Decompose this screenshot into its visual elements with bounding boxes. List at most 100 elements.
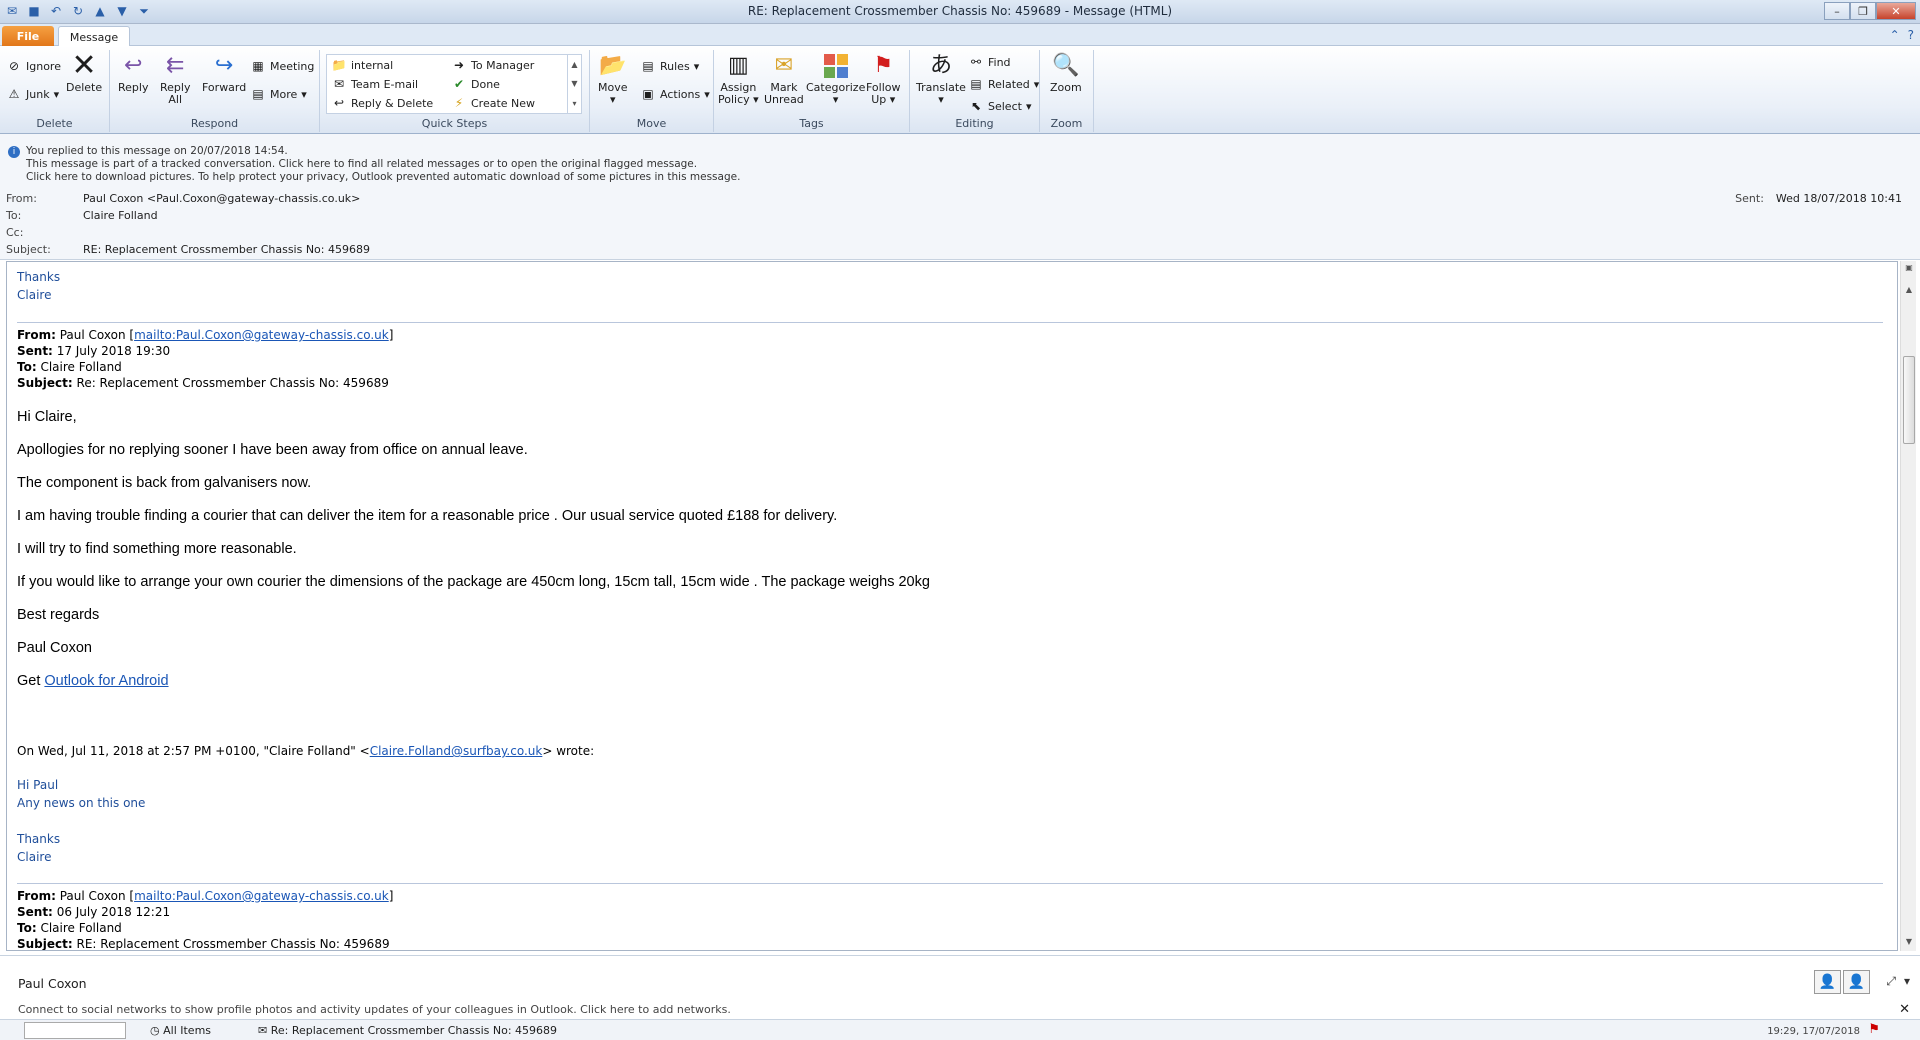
translate-icon: あ bbox=[929, 53, 952, 78]
move-folder-icon: 📂 bbox=[599, 53, 627, 78]
scroll-split-icon[interactable]: ▣ bbox=[1903, 263, 1915, 275]
tab-file[interactable]: File bbox=[2, 26, 54, 46]
quoted-header-2: From: Paul Coxon [mailto:Paul.Coxon@gate… bbox=[17, 889, 394, 951]
move-group: 📂 Move ▾ ▤ Rules ▾ ▣ Actions ▾ Move bbox=[590, 50, 714, 132]
chevron-down-icon[interactable]: ▾ bbox=[1904, 974, 1910, 989]
reply-all-button[interactable]: ⇇ Reply All bbox=[160, 52, 190, 106]
quickstep-create-new[interactable]: ⚡ Create New bbox=[451, 95, 535, 111]
ignore-button[interactable]: ⊘ Ignore bbox=[6, 58, 61, 74]
actions-button[interactable]: ▣ Actions ▾ bbox=[640, 86, 709, 102]
download-pictures-notice[interactable]: Click here to download pictures. To help… bbox=[8, 171, 1920, 184]
to-value[interactable]: Claire Folland bbox=[83, 209, 158, 222]
quick-steps-scrollbar[interactable]: ▲ ▼ ▾ bbox=[567, 55, 581, 113]
claire-email-link[interactable]: Claire.Folland@surfbay.co.uk bbox=[370, 744, 543, 758]
message-body[interactable]: Thanks Claire From: Paul Coxon [mailto:P… bbox=[6, 261, 1898, 951]
separator bbox=[17, 322, 1883, 323]
rules-button[interactable]: ▤ Rules ▾ bbox=[640, 58, 699, 74]
minimize-button[interactable]: – bbox=[1824, 2, 1850, 20]
respond-group: ↩ Reply ⇇ Reply All ↪ Forward ▦ Meeting … bbox=[110, 50, 320, 132]
translate-button[interactable]: あ Translate ▾ bbox=[916, 52, 966, 106]
related-button[interactable]: ▤ Related ▾ bbox=[968, 76, 1039, 92]
window-controls: – ❐ ✕ bbox=[1824, 2, 1916, 20]
checkmark-icon: ✔ bbox=[453, 77, 465, 91]
categorize-button[interactable]: Categorize ▾ bbox=[806, 52, 865, 106]
conversation-strip: ◷ All Items ✉ Re: Replacement Crossmembe… bbox=[0, 1019, 1920, 1040]
close-icon[interactable]: ✕ bbox=[1899, 1002, 1910, 1017]
zoom-group: 🔍 Zoom Zoom bbox=[1040, 50, 1094, 132]
mark-unread-button[interactable]: ✉ Mark Unread bbox=[764, 52, 804, 106]
junk-icon: ⚠ bbox=[8, 87, 20, 101]
follow-up-button[interactable]: ⚑ Follow Up ▾ bbox=[866, 52, 901, 106]
reply-all-icon: ⇇ bbox=[166, 53, 185, 78]
quoted-header-1: From: Paul Coxon [mailto:Paul.Coxon@gate… bbox=[17, 328, 394, 390]
quickstep-to-manager[interactable]: ➜ To Manager bbox=[451, 57, 534, 73]
subject-value: RE: Replacement Crossmember Chassis No: … bbox=[83, 243, 370, 256]
strip-box bbox=[24, 1022, 126, 1039]
quickstep-team-email[interactable]: ✉ Team E-mail bbox=[331, 76, 418, 92]
connect-networks-link[interactable]: Connect to social networks to show profi… bbox=[18, 1003, 731, 1016]
binoculars-icon: ⚯ bbox=[970, 55, 982, 69]
expand-gallery-icon[interactable]: ▾ bbox=[572, 99, 576, 108]
meeting-button[interactable]: ▦ Meeting bbox=[250, 58, 314, 74]
body-scrollbar[interactable]: ▣ ▲ ▼ bbox=[1900, 261, 1916, 951]
junk-button[interactable]: ⚠ Junk ▾ bbox=[6, 86, 59, 102]
sent-date: Sent: Wed 18/07/2018 10:41 bbox=[1735, 192, 1902, 205]
flag-icon[interactable]: ⚑ bbox=[1868, 1022, 1880, 1037]
outlook-android-link[interactable]: Outlook for Android bbox=[44, 673, 168, 689]
policy-icon: ▥ bbox=[727, 53, 749, 78]
editing-group: あ Translate ▾ ⚯ Find ▤ Related ▾ ⬉ Select… bbox=[910, 50, 1040, 132]
tracked-conversation-notice[interactable]: This message is part of a tracked conver… bbox=[8, 158, 1920, 171]
person-placeholder-icon[interactable]: 👤 bbox=[1814, 970, 1841, 994]
ignore-icon: ⊘ bbox=[8, 59, 20, 73]
quickstep-done[interactable]: ✔ Done bbox=[451, 76, 500, 92]
scroll-down-icon[interactable]: ▼ bbox=[1903, 937, 1915, 949]
more-button[interactable]: ▤ More ▾ bbox=[250, 86, 306, 102]
scroll-up-icon[interactable]: ▲ bbox=[571, 60, 577, 69]
tags-group: ▥ Assign Policy ▾ ✉ Mark Unread Categori… bbox=[714, 50, 910, 132]
envelope-unread-icon: ✉ bbox=[774, 53, 794, 78]
wrote-line: On Wed, Jul 11, 2018 at 2:57 PM +0100, "… bbox=[17, 744, 595, 758]
message-headers: From: Paul Coxon <Paul.Coxon@gateway-chas… bbox=[0, 186, 1920, 260]
mailto-link[interactable]: mailto:Paul.Coxon@gateway-chassis.co.uk bbox=[134, 328, 389, 342]
restore-button[interactable]: ❐ bbox=[1850, 2, 1876, 20]
minimize-ribbon-icon[interactable]: ⌃ bbox=[1890, 28, 1900, 42]
scroll-thumb[interactable] bbox=[1903, 356, 1915, 444]
clock-icon: ◷ bbox=[150, 1024, 160, 1037]
flag-icon: ⚑ bbox=[873, 53, 894, 78]
reply-delete-icon: ↩ bbox=[333, 96, 345, 110]
window-title: RE: Replacement Crossmember Chassis No: … bbox=[747, 4, 1173, 18]
find-button[interactable]: ⚯ Find bbox=[968, 54, 1011, 70]
delete-button[interactable]: ✕ Delete bbox=[66, 51, 102, 94]
from-value[interactable]: Paul Coxon <Paul.Coxon@gateway-chassis.c… bbox=[83, 192, 360, 205]
rules-icon: ▤ bbox=[642, 59, 654, 73]
cursor-icon: ⬉ bbox=[970, 99, 982, 113]
to-manager-icon: ➜ bbox=[453, 58, 465, 72]
close-button[interactable]: ✕ bbox=[1876, 2, 1916, 20]
scroll-up-icon[interactable]: ▲ bbox=[1903, 285, 1915, 297]
help-icon[interactable]: ? bbox=[1908, 28, 1914, 42]
select-button[interactable]: ⬉ Select ▾ bbox=[968, 98, 1032, 114]
quickstep-reply-delete[interactable]: ↩ Reply & Delete bbox=[331, 95, 433, 111]
title-bar: ✉ ■ ↶ ↻ ▲ ▼ ⏷ RE: Replacement Crossmembe… bbox=[0, 0, 1920, 24]
people-pane: Paul Coxon Connect to social networks to… bbox=[0, 955, 1920, 1025]
forward-button[interactable]: ↪ Forward bbox=[202, 52, 246, 94]
info-bar[interactable]: i You replied to this message on 20/07/20… bbox=[0, 134, 1920, 186]
tab-message[interactable]: Message bbox=[58, 26, 130, 47]
move-button[interactable]: 📂 Move ▾ bbox=[598, 52, 628, 106]
more-icon: ▤ bbox=[252, 87, 264, 101]
info-icon: i bbox=[8, 146, 20, 158]
assign-policy-button[interactable]: ▥ Assign Policy ▾ bbox=[718, 52, 759, 106]
forward-icon: ↪ bbox=[214, 53, 234, 78]
quickstep-internal[interactable]: 📁 internal bbox=[331, 57, 394, 73]
expand-icon[interactable]: ⤢ bbox=[1886, 974, 1896, 989]
separator bbox=[17, 883, 1883, 884]
contact-photo-icon[interactable]: 👤 bbox=[1843, 970, 1870, 994]
ribbon: ⊘ Ignore ⚠ Junk ▾ ✕ Delete Delete ↩ Reply… bbox=[0, 46, 1920, 134]
reply-button[interactable]: ↩ Reply bbox=[118, 52, 148, 94]
mailto-link[interactable]: mailto:Paul.Coxon@gateway-chassis.co.uk bbox=[134, 889, 389, 903]
folder-icon: 📁 bbox=[331, 58, 347, 72]
scroll-down-icon[interactable]: ▼ bbox=[571, 79, 577, 88]
zoom-button[interactable]: 🔍 Zoom bbox=[1050, 52, 1082, 94]
contact-name[interactable]: Paul Coxon bbox=[18, 976, 87, 991]
delete-group: ⊘ Ignore ⚠ Junk ▾ ✕ Delete Delete bbox=[0, 50, 110, 132]
